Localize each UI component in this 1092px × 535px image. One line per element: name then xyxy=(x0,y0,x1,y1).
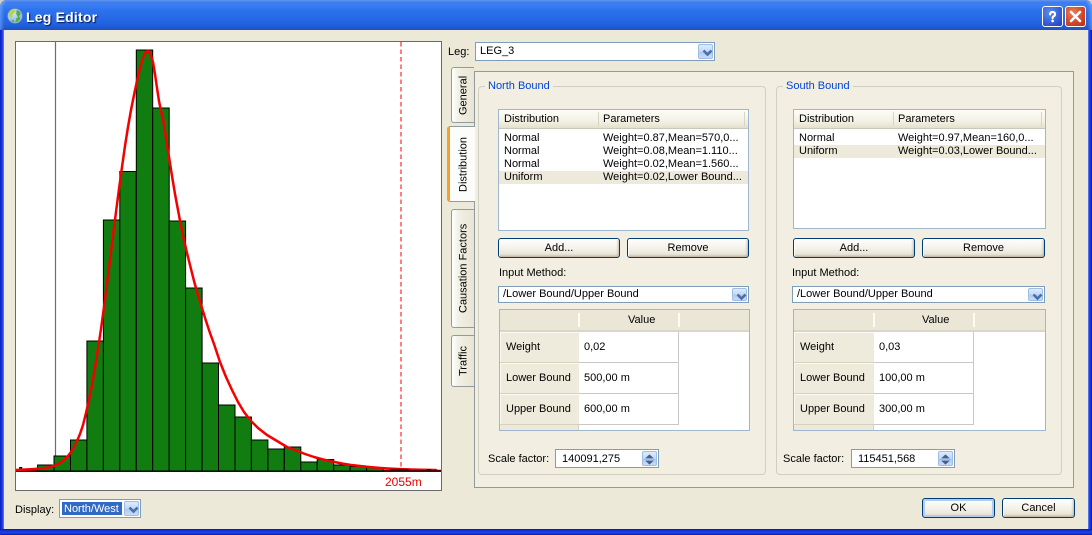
svg-text:2055m: 2055m xyxy=(385,475,422,489)
